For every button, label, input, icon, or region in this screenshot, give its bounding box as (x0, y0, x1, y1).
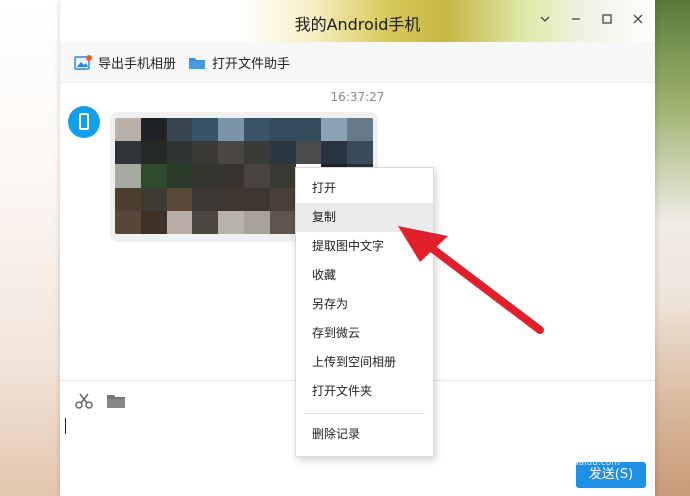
close-icon[interactable] (629, 12, 647, 30)
text-cursor (65, 418, 66, 434)
mosaic-tile (347, 118, 373, 142)
menu-item-upload-album[interactable]: 上传到空间相册 (296, 348, 433, 377)
folder-icon (188, 54, 206, 72)
mosaic-tile (269, 210, 296, 234)
mosaic-tile (218, 210, 244, 234)
mosaic-tile (166, 141, 193, 165)
window-title: 我的Android手机 (294, 15, 421, 34)
desktop-background-left (0, 0, 60, 496)
mosaic-tile (192, 187, 219, 211)
mosaic-tile (192, 164, 219, 188)
mosaic-tile (295, 141, 322, 165)
menu-item-favorite[interactable]: 收藏 (296, 261, 433, 290)
menu-item-save-to-weiyun[interactable]: 存到微云 (296, 319, 433, 348)
mosaic-tile (269, 118, 296, 142)
scissors-icon[interactable] (74, 392, 94, 414)
mosaic-tile (140, 118, 167, 142)
mosaic-tile (115, 210, 141, 234)
desktop-background-right (655, 0, 690, 496)
open-file-assistant-button[interactable]: 打开文件助手 (188, 53, 290, 72)
mosaic-tile (243, 164, 270, 188)
mosaic-tile (243, 141, 270, 165)
mosaic-tile (295, 118, 322, 142)
mosaic-tile (115, 118, 141, 142)
context-menu: 打开 复制 提取图中文字 收藏 另存为 存到微云 上传到空间相册 打开文件夹 删… (295, 167, 434, 457)
minimize-icon[interactable] (567, 12, 585, 30)
mosaic-tile (115, 187, 141, 211)
mosaic-tile (115, 141, 141, 165)
mosaic-tile (192, 210, 219, 234)
mosaic-tile (269, 141, 296, 165)
title-bar[interactable]: 我的Android手机 (60, 0, 655, 42)
toolbar: 导出手机相册 打开文件助手 (60, 42, 655, 83)
menu-item-delete-record[interactable]: 删除记录 (296, 420, 433, 449)
mosaic-tile (269, 164, 296, 188)
mosaic-tile (166, 118, 193, 142)
input-toolbar (74, 392, 126, 414)
mosaic-tile (243, 210, 270, 234)
mosaic-tile (166, 210, 193, 234)
mosaic-tile (269, 187, 296, 211)
menu-item-open[interactable]: 打开 (296, 174, 433, 203)
mosaic-tile (321, 118, 348, 142)
mosaic-tile (218, 118, 244, 142)
watermark-url: jingyan.baidu.com (537, 458, 621, 468)
menu-item-open-folder[interactable]: 打开文件夹 (296, 377, 433, 406)
mosaic-tile (115, 164, 141, 188)
mosaic-tile (166, 187, 193, 211)
menu-item-extract-text[interactable]: 提取图中文字 (296, 232, 433, 261)
mosaic-tile (347, 141, 373, 165)
export-album-button[interactable]: 导出手机相册 (74, 53, 176, 72)
folder-icon[interactable] (106, 392, 126, 414)
open-file-assistant-label: 打开文件助手 (212, 57, 291, 72)
mosaic-tile (140, 164, 167, 188)
mosaic-tile (140, 187, 167, 211)
chevron-down-icon[interactable] (536, 12, 554, 30)
mosaic-tile (321, 141, 348, 165)
maximize-icon[interactable] (598, 12, 616, 30)
mosaic-tile (243, 187, 270, 211)
mosaic-tile (218, 187, 244, 211)
menu-separator (304, 413, 425, 414)
mosaic-tile (218, 164, 244, 188)
mosaic-tile (192, 141, 219, 165)
mosaic-tile (192, 118, 219, 142)
menu-item-copy[interactable]: 复制 (296, 203, 433, 232)
mosaic-tile (218, 141, 244, 165)
mosaic-tile (166, 164, 193, 188)
menu-item-save-as[interactable]: 另存为 (296, 290, 433, 319)
photo-export-icon (74, 54, 92, 72)
mosaic-tile (243, 118, 270, 142)
phone-icon (79, 113, 89, 130)
export-album-label: 导出手机相册 (98, 57, 177, 72)
mosaic-tile (140, 141, 167, 165)
mosaic-tile (140, 210, 167, 234)
message-timestamp: 16:37:27 (330, 90, 385, 104)
avatar[interactable] (68, 106, 100, 138)
